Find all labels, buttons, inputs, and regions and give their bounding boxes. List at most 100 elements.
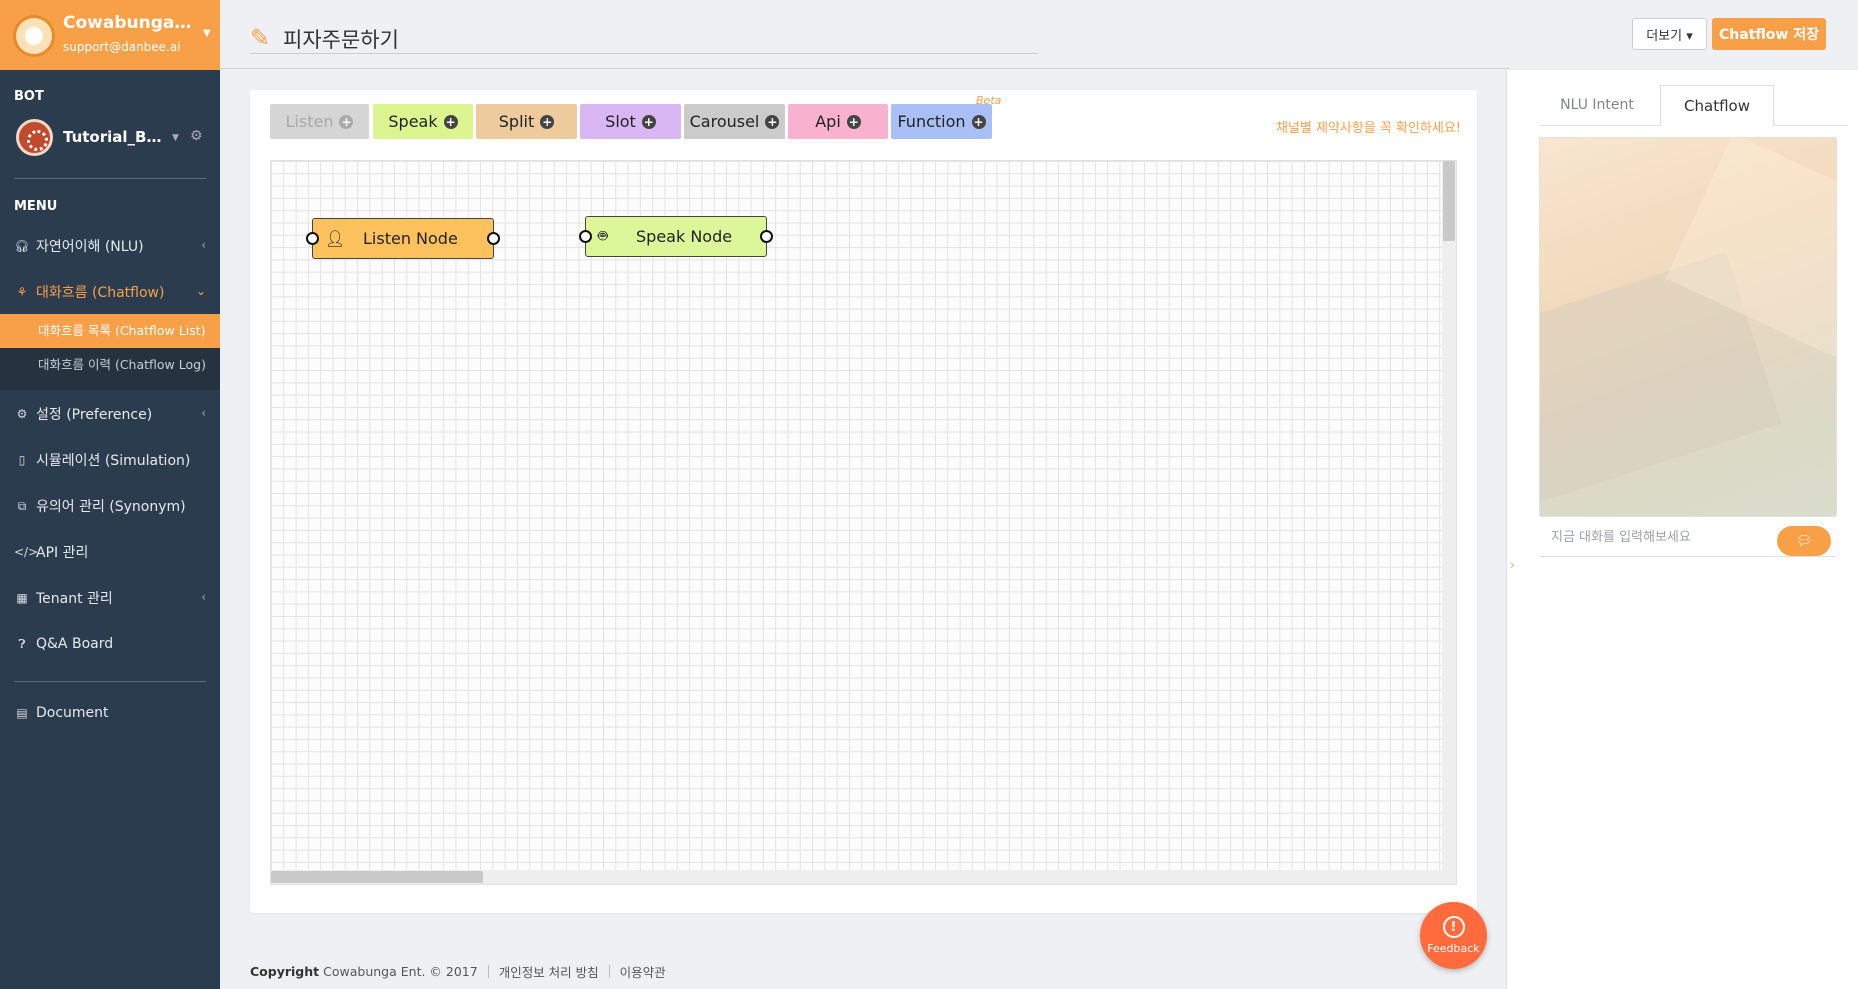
button-label: Api	[815, 112, 841, 131]
copyright-label: Copyright	[250, 964, 320, 979]
input-port[interactable]	[579, 230, 592, 243]
test-panel: › NLU Intent Chatflow 💬︎	[1506, 70, 1858, 989]
plus-circle-icon: +	[339, 114, 354, 129]
bot-name[interactable]: Tutorial_Basi...	[63, 128, 163, 146]
submenu-item-chatflow-list[interactable]: 대화흐름 목록 (Chatflow List)	[0, 314, 220, 348]
menu-item-synonym[interactable]: ⧉ 유의어 관리 (Synonym)	[0, 486, 220, 526]
chatflow-icon: ⚘	[16, 285, 28, 299]
chevron-right-icon[interactable]: ›	[1510, 558, 1515, 572]
add-slot-node-button[interactable]: Slot +	[580, 104, 681, 139]
submenu-item-chatflow-log[interactable]: 대화흐름 이력 (Chatflow Log)	[0, 348, 220, 382]
edit-icon: ✎	[250, 24, 271, 52]
tab-nlu-intent[interactable]: NLU Intent	[1539, 85, 1655, 125]
channel-notice-link[interactable]: 채널별 제약사항을 꼭 확인하세요!	[1276, 117, 1461, 136]
feedback-button[interactable]: ! Feedback	[1420, 902, 1487, 969]
code-icon: </>	[14, 545, 39, 559]
footer: Copyright Cowabunga Ent. © 2017 개인정보 처리 …	[250, 962, 666, 981]
menu-item-nlu[interactable]: 🎧︎ 자연어이해 (NLU) ‹	[0, 226, 220, 266]
divider	[14, 681, 206, 682]
button-label: Function	[897, 112, 966, 131]
add-carousel-node-button[interactable]: Carousel +	[684, 104, 785, 139]
bot-avatar	[16, 119, 53, 156]
user-name: Cowabunga30...	[63, 13, 198, 33]
horizontal-scrollbar[interactable]	[271, 870, 1444, 884]
plus-circle-icon: +	[540, 114, 555, 129]
speak-node[interactable]: 🤖︎ Speak Node	[579, 216, 773, 257]
copy-icon: ⧉	[17, 498, 27, 513]
privacy-policy-link[interactable]: 개인정보 처리 방침	[499, 962, 599, 981]
add-api-node-button[interactable]: Api +	[788, 104, 888, 139]
input-port[interactable]	[306, 232, 319, 245]
bot-heading: BOT	[14, 89, 44, 104]
gears-icon: ⚙	[16, 407, 28, 421]
vertical-scrollbar[interactable]	[1442, 161, 1456, 884]
save-chatflow-button[interactable]: Chatflow 저장	[1712, 18, 1826, 50]
page-title-field[interactable]: ✎ 피자주문하기	[250, 20, 1038, 54]
divider	[487, 965, 489, 978]
add-speak-node-button[interactable]: Speak +	[373, 104, 473, 139]
add-listen-node-button[interactable]: Listen +	[270, 104, 369, 139]
menu-item-label: 유의어 관리 (Synonym)	[36, 499, 186, 515]
book-icon: ▤	[16, 706, 28, 720]
button-label: Listen	[285, 112, 334, 131]
user-profile[interactable]: Cowabunga30... support@danbee.ai ▼	[0, 0, 220, 70]
chat-bubble-icon: 💬︎	[1795, 533, 1813, 549]
chatflow-submenu: 대화흐름 목록 (Chatflow List) 대화흐름 이력 (Chatflo…	[0, 314, 220, 390]
plus-circle-icon: +	[846, 114, 861, 129]
menu-item-api[interactable]: </> API 관리	[0, 532, 220, 572]
chat-window	[1539, 137, 1837, 517]
menu-heading: MENU	[14, 199, 58, 214]
user-avatar	[13, 15, 55, 57]
menu-item-label: Tenant 관리	[36, 591, 113, 607]
divider	[220, 68, 1510, 69]
menu-item-simulation[interactable]: ▯ 시뮬레이션 (Simulation)	[0, 440, 220, 480]
button-label: Speak	[388, 112, 438, 131]
menu-item-document[interactable]: ▤ Document	[0, 693, 220, 733]
menu-item-label: Q&A Board	[36, 636, 114, 652]
chevron-left-icon: ‹	[201, 406, 206, 420]
menu-item-label: 자연어이해 (NLU)	[36, 239, 144, 255]
speak-robot-icon: 🤖︎	[598, 225, 608, 245]
chatflow-editor: Listen + Speak + Split + Slot + Carousel…	[250, 90, 1477, 913]
plus-circle-icon: +	[641, 114, 656, 129]
menu-item-chatflow[interactable]: ⚘ 대화흐름 (Chatflow) ⌄	[0, 272, 220, 312]
phone-icon: ▯	[18, 453, 26, 467]
user-email: support@danbee.ai	[63, 40, 181, 54]
bot-caret-down-icon[interactable]: ▼	[172, 133, 179, 143]
menu-item-qa-board[interactable]: ❓︎ Q&A Board	[0, 624, 220, 664]
menu-item-tenant[interactable]: ▦ Tenant 관리 ‹	[0, 578, 220, 618]
gear-icon[interactable]: ⚙	[190, 128, 203, 144]
menu-item-label: API 관리	[36, 545, 89, 561]
chevron-left-icon: ‹	[201, 238, 206, 252]
page-title[interactable]: 피자주문하기	[283, 24, 399, 54]
output-port[interactable]	[487, 232, 500, 245]
add-split-node-button[interactable]: Split +	[476, 104, 577, 139]
more-button[interactable]: 더보기 ▾	[1632, 18, 1707, 50]
node-label: Speak Node	[636, 227, 733, 246]
plus-circle-icon: +	[971, 114, 986, 129]
chevron-left-icon: ‹	[201, 590, 206, 604]
menu-item-preference[interactable]: ⚙ 설정 (Preference) ‹	[0, 394, 220, 434]
menu-item-label: Document	[36, 705, 109, 721]
send-message-button[interactable]: 💬︎	[1777, 526, 1831, 556]
button-label: Carousel	[689, 112, 760, 131]
caret-down-icon[interactable]: ▼	[203, 28, 211, 39]
button-label: Slot	[605, 112, 636, 131]
terms-link[interactable]: 이용약관	[620, 962, 666, 981]
vertical-scroll-thumb[interactable]	[1443, 161, 1455, 241]
flow-canvas[interactable]: 👤︎ Listen Node 🤖︎ Speak Node	[270, 160, 1457, 885]
listen-person-icon: 👤︎	[325, 229, 346, 248]
menu-item-label: 대화흐름 (Chatflow)	[36, 285, 165, 301]
add-function-node-button[interactable]: Function +	[891, 104, 992, 139]
feedback-label: Feedback	[1427, 942, 1480, 955]
listen-node[interactable]: 👤︎ Listen Node	[306, 218, 500, 259]
headset-icon: 🎧︎	[14, 239, 30, 253]
tab-chatflow[interactable]: Chatflow	[1660, 85, 1774, 126]
node-label: Listen Node	[363, 229, 458, 248]
sidebar: Cowabunga30... support@danbee.ai ▼ BOT T…	[0, 0, 220, 989]
output-port[interactable]	[760, 230, 773, 243]
button-label: Split	[498, 112, 535, 131]
alert-icon: !	[1442, 916, 1465, 938]
menu-item-label: 시뮬레이션 (Simulation)	[36, 453, 191, 469]
horizontal-scroll-thumb[interactable]	[271, 871, 483, 883]
